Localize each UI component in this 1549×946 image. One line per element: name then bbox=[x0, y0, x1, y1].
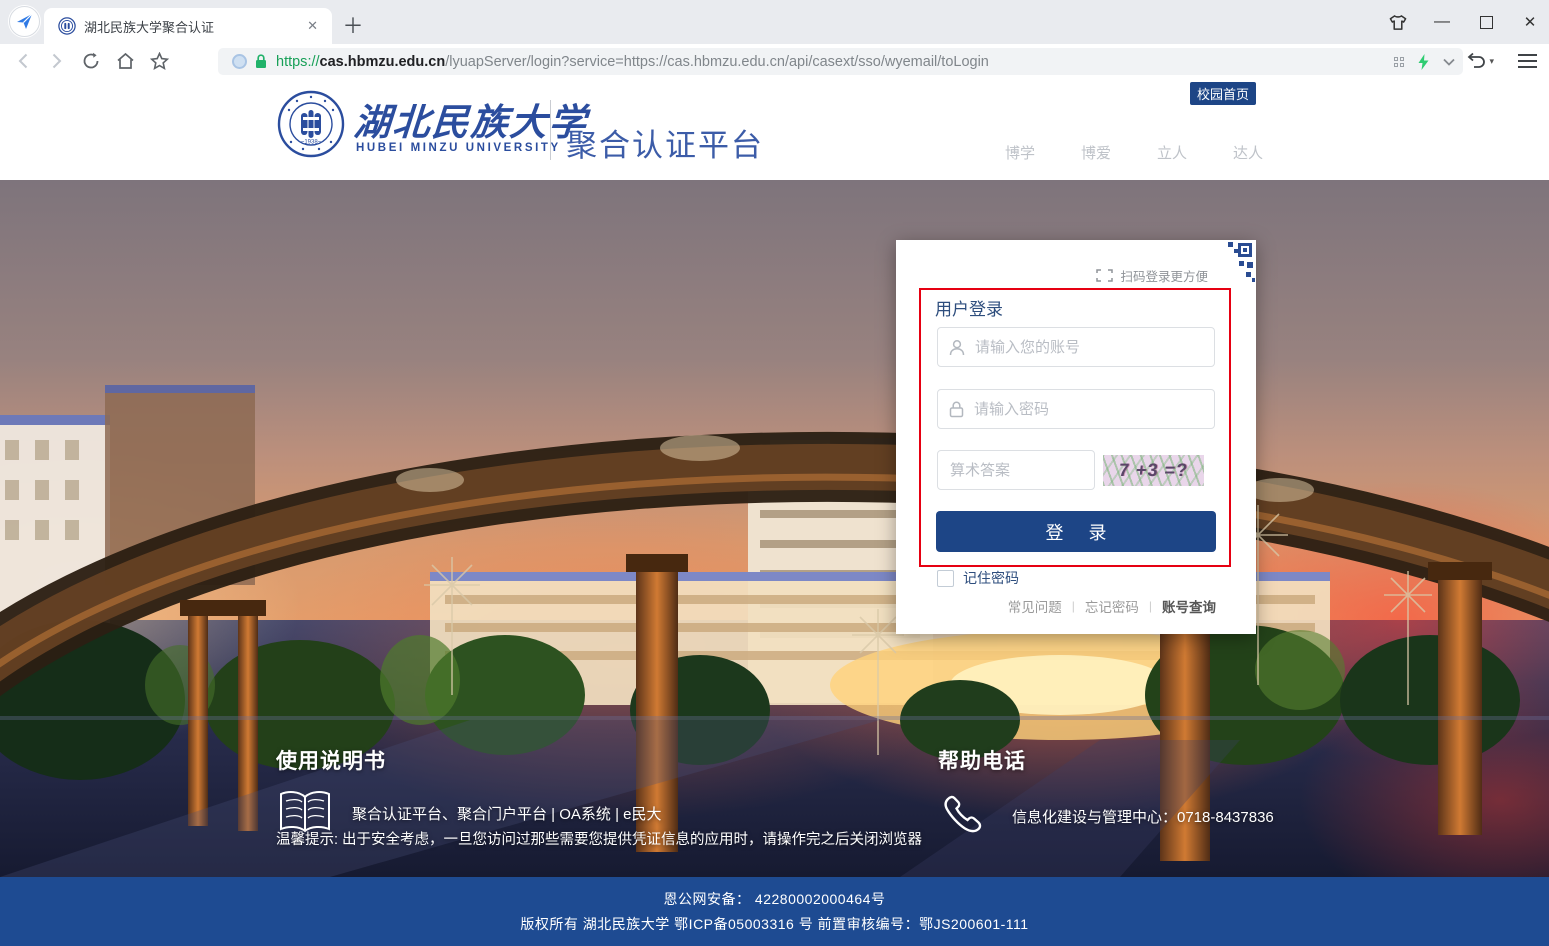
browser-logo-icon bbox=[8, 5, 41, 38]
qr-code-corner[interactable] bbox=[1210, 240, 1256, 286]
university-name-cn: 湖北民族大学 bbox=[352, 92, 590, 146]
nav-item-daren[interactable]: 达人 bbox=[1233, 142, 1263, 163]
address-bar-actions bbox=[1394, 54, 1455, 70]
tab-favicon-icon bbox=[58, 17, 76, 35]
logo-divider bbox=[550, 100, 551, 160]
https-lock-icon bbox=[255, 54, 267, 69]
service-list: 聚合认证平台、聚合门户平台 | OA系统 | e民大 bbox=[352, 803, 661, 824]
captcha-input[interactable] bbox=[938, 461, 1094, 480]
forward-button[interactable] bbox=[40, 46, 74, 76]
university-seal-logo: ~1938~ bbox=[277, 90, 345, 158]
menu-button[interactable] bbox=[1518, 54, 1537, 68]
scan-login-hint[interactable]: 扫码登录更方便 bbox=[1096, 266, 1208, 285]
minimize-button[interactable]: — bbox=[1433, 13, 1451, 31]
back-button[interactable] bbox=[6, 46, 40, 76]
qr-grid-icon[interactable] bbox=[1394, 57, 1404, 67]
home-button[interactable] bbox=[108, 46, 142, 76]
footer-security-record: 恩公网安备： 42280002000464号 bbox=[664, 889, 886, 909]
manual-section: 使用说明书 聚合认证平台、聚合门户平台 | OA系统 | e民大 bbox=[276, 745, 661, 835]
speed-lightning-icon[interactable] bbox=[1418, 54, 1429, 70]
link-divider: | bbox=[1072, 599, 1075, 613]
undo-caret-icon[interactable]: ▾ bbox=[1489, 56, 1494, 67]
remember-checkbox[interactable] bbox=[937, 570, 954, 587]
close-button[interactable]: ✕ bbox=[1521, 13, 1539, 31]
url-separator: :// bbox=[307, 54, 319, 70]
address-bar[interactable]: https://cas.hbmzu.edu.cn/lyuapServer/log… bbox=[218, 48, 1463, 75]
login-title: 用户登录 bbox=[935, 295, 1003, 320]
scan-frame-icon bbox=[1096, 269, 1113, 282]
tab-title: 湖北民族大学聚合认证 bbox=[84, 17, 303, 36]
browser-theme-icon[interactable] bbox=[1389, 13, 1407, 31]
scan-login-label: 扫码登录更方便 bbox=[1120, 266, 1208, 285]
login-button[interactable]: 登 录 bbox=[936, 511, 1216, 552]
nav-item-boai[interactable]: 博爱 bbox=[1081, 142, 1111, 163]
password-input[interactable] bbox=[972, 400, 1214, 419]
nav-item-boxue[interactable]: 博学 bbox=[1005, 142, 1035, 163]
url-path: /lyuapServer/login?service=https://cas.h… bbox=[445, 54, 989, 70]
link-divider: | bbox=[1149, 599, 1152, 613]
login-card: 扫码登录更方便 用户登录 7 +3 =? bbox=[896, 240, 1256, 634]
url-scheme: https bbox=[276, 54, 307, 70]
site-header: ~1938~ 湖北民族大学 HUBEI MINZU UNIVERSITY 聚合认… bbox=[0, 78, 1549, 180]
user-icon bbox=[949, 339, 965, 356]
security-tip: 温馨提示: 出于安全考虑，一旦您访问过那些需要您提供凭证信息的应用时，请操作完之… bbox=[276, 828, 922, 849]
help-title: 帮助电话 bbox=[938, 745, 1274, 775]
account-input[interactable] bbox=[973, 338, 1214, 357]
favorite-star-icon[interactable] bbox=[142, 46, 176, 76]
phone-icon bbox=[938, 791, 988, 841]
svg-text:~1938~: ~1938~ bbox=[301, 140, 322, 146]
site-nav: 博学 博爱 立人 达人 bbox=[1005, 142, 1263, 163]
platform-title: 聚合认证平台 bbox=[566, 120, 764, 165]
lock-icon bbox=[949, 401, 964, 418]
faq-link[interactable]: 常见问题 bbox=[1008, 596, 1062, 616]
login-links: 常见问题 | 忘记密码 | 账号查询 bbox=[1008, 596, 1216, 616]
browser-tab[interactable]: 湖北民族大学聚合认证 ✕ bbox=[44, 8, 332, 44]
manual-title: 使用说明书 bbox=[276, 745, 661, 775]
maximize-button[interactable] bbox=[1477, 13, 1495, 31]
account-field[interactable] bbox=[937, 327, 1215, 367]
captcha-image[interactable]: 7 +3 =? bbox=[1103, 455, 1204, 486]
password-field[interactable] bbox=[937, 389, 1215, 429]
account-query-link[interactable]: 账号查询 bbox=[1162, 596, 1216, 616]
chevron-down-icon[interactable] bbox=[1443, 58, 1455, 66]
tab-close-icon[interactable]: ✕ bbox=[303, 16, 322, 36]
remember-label: 记住密码 bbox=[963, 568, 1019, 588]
remember-password-row[interactable]: 记住密码 bbox=[937, 568, 1019, 588]
help-phone: 信息化建设与管理中心：0718-8437836 bbox=[1012, 806, 1274, 827]
browser-window: 湖北民族大学聚合认证 ✕ ＋ — ✕ bbox=[0, 0, 1549, 946]
captcha-field[interactable] bbox=[937, 450, 1095, 490]
window-controls: — ✕ bbox=[1389, 0, 1539, 44]
refresh-button[interactable] bbox=[74, 46, 108, 76]
site-footer: 恩公网安备： 42280002000464号 版权所有 湖北民族大学 鄂ICP备… bbox=[0, 877, 1549, 946]
new-tab-button[interactable]: ＋ bbox=[338, 10, 368, 40]
forgot-password-link[interactable]: 忘记密码 bbox=[1085, 596, 1139, 616]
campus-photo-background: 扫码登录更方便 用户登录 7 +3 =? bbox=[0, 180, 1549, 877]
browser-titlebar: 湖北民族大学聚合认证 ✕ ＋ — ✕ bbox=[0, 0, 1549, 44]
footer-copyright: 版权所有 湖北民族大学 鄂ICP备05003316 号 前置审核编号：鄂JS20… bbox=[520, 914, 1028, 934]
campus-night-scene bbox=[0, 180, 1549, 877]
university-name-en: HUBEI MINZU UNIVERSITY bbox=[356, 142, 561, 154]
browser-toolbar: https://cas.hbmzu.edu.cn/lyuapServer/log… bbox=[0, 44, 1549, 79]
help-section: 帮助电话 信息化建设与管理中心：0718-8437836 bbox=[938, 745, 1274, 841]
nav-item-liren[interactable]: 立人 bbox=[1157, 142, 1187, 163]
url-text: https://cas.hbmzu.edu.cn/lyuapServer/log… bbox=[276, 54, 1384, 70]
url-host: cas.hbmzu.edu.cn bbox=[320, 54, 446, 70]
toolbar-right: ▾ bbox=[1466, 44, 1537, 78]
site-info-icon[interactable] bbox=[232, 54, 247, 69]
undo-button[interactable]: ▾ bbox=[1466, 52, 1494, 70]
campus-home-badge[interactable]: 校园首页 bbox=[1190, 82, 1256, 105]
captcha-question: 7 +3 =? bbox=[1118, 460, 1189, 481]
